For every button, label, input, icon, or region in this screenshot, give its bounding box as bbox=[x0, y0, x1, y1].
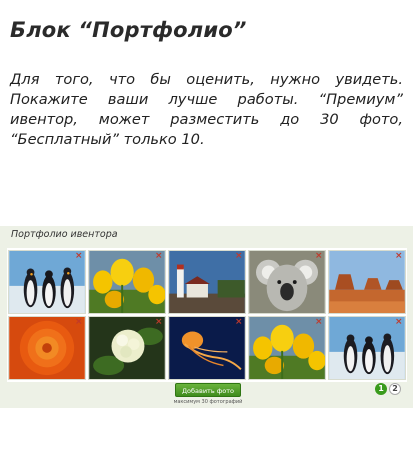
photo-koala[interactable]: × bbox=[248, 250, 326, 314]
lighthouse-image bbox=[169, 251, 245, 313]
page-2-button[interactable]: 2 bbox=[389, 383, 401, 395]
section-title: Блок “Портфолио” bbox=[10, 18, 247, 42]
max-photos-note: максимум 30 фотографий bbox=[173, 399, 243, 405]
intro-text: Для того, что бы оценить, нужно увидеть.… bbox=[10, 71, 403, 148]
photo-tulips-2[interactable]: × bbox=[248, 316, 326, 380]
koala-image bbox=[249, 251, 325, 313]
portfolio-title: Портфолио ивентора bbox=[11, 229, 118, 240]
photo-chrysanthemum[interactable]: × bbox=[8, 316, 86, 380]
photo-tulips[interactable]: × bbox=[88, 250, 166, 314]
add-photo-button[interactable]: Добавить фото bbox=[175, 383, 241, 397]
delete-icon[interactable]: × bbox=[395, 252, 403, 261]
tulips-image bbox=[89, 251, 165, 313]
tulips-image bbox=[249, 317, 325, 379]
photo-hydrangeas[interactable]: × bbox=[88, 316, 166, 380]
photo-jellyfish[interactable]: × bbox=[168, 316, 246, 380]
photo-lighthouse[interactable]: × bbox=[168, 250, 246, 314]
delete-icon[interactable]: × bbox=[235, 318, 243, 327]
photo-desert[interactable]: × bbox=[328, 250, 406, 314]
hydrangeas-image bbox=[89, 317, 165, 379]
desert-image bbox=[329, 251, 405, 313]
delete-icon[interactable]: × bbox=[395, 318, 403, 327]
delete-icon[interactable]: × bbox=[75, 252, 83, 261]
delete-icon[interactable]: × bbox=[155, 318, 163, 327]
delete-icon[interactable]: × bbox=[315, 318, 323, 327]
photo-penguins[interactable]: × bbox=[8, 250, 86, 314]
delete-icon[interactable]: × bbox=[75, 318, 83, 327]
delete-icon[interactable]: × bbox=[155, 252, 163, 261]
portfolio-panel: Портфолио ивентора × × × × × × × × × × Д… bbox=[0, 226, 413, 408]
chrysanthemum-image bbox=[9, 317, 85, 379]
photo-grid: × × × × × × × × × × bbox=[7, 248, 407, 382]
photo-penguins-2[interactable]: × bbox=[328, 316, 406, 380]
delete-icon[interactable]: × bbox=[315, 252, 323, 261]
penguins-image bbox=[329, 317, 405, 379]
penguins-image bbox=[9, 251, 85, 313]
jellyfish-image bbox=[169, 317, 245, 379]
page-1-button[interactable]: 1 bbox=[375, 383, 387, 395]
delete-icon[interactable]: × bbox=[235, 252, 243, 261]
